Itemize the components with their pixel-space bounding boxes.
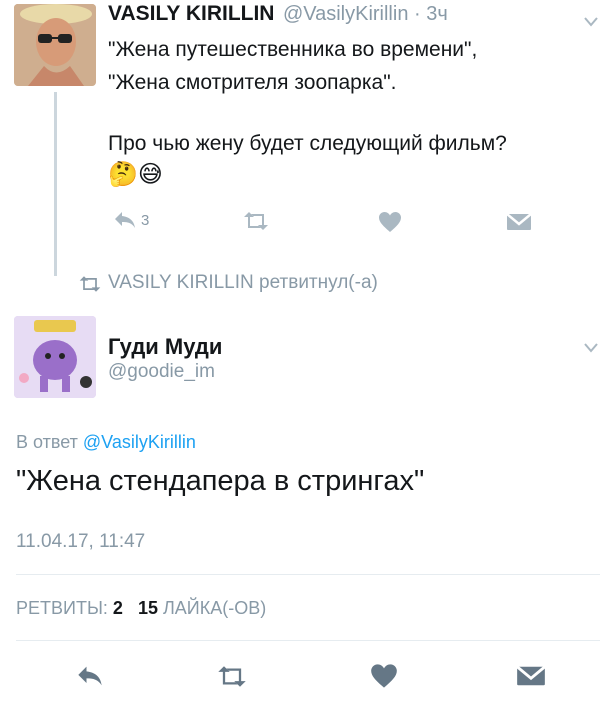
- retweet-banner-label[interactable]: VASILY KIRILLIN ретвитнул(-а): [108, 272, 378, 294]
- divider-top: [16, 574, 600, 575]
- direct-message-button[interactable]: [506, 212, 532, 232]
- likes-count[interactable]: 15: [138, 598, 158, 618]
- likes-label[interactable]: ЛАЙКА(-ОВ): [163, 598, 266, 618]
- direct-message-icon: [516, 665, 546, 686]
- reply-prefix: В ответ: [16, 432, 83, 452]
- avatar-vasily-image: [14, 4, 96, 86]
- like-icon: [371, 664, 397, 688]
- reply-icon: [78, 666, 102, 686]
- reply-context: В ответ @VasilyKirillin: [16, 432, 196, 453]
- reply-to-link[interactable]: @VasilyKirillin: [83, 432, 196, 452]
- author-name[interactable]: VASILY KIRILLIN: [108, 2, 274, 25]
- tweet-text-line3: Про чью жену будет следующий фильм?: [108, 132, 507, 155]
- reply-icon: [115, 212, 135, 228]
- direct-message-icon: [506, 213, 532, 230]
- retweet-banner-icon-wrap: [78, 276, 102, 292]
- retweet-icon: [79, 276, 101, 292]
- retweets-label[interactable]: РЕТВИТЫ:: [16, 598, 108, 618]
- tweet-text-line1: "Жена путешественника во времени",: [108, 38, 478, 61]
- avatar-vasily[interactable]: [14, 4, 96, 86]
- tweet-text-line2: "Жена смотрителя зоопарка".: [108, 71, 397, 94]
- like-icon: [379, 212, 401, 232]
- avatar-goodie[interactable]: [14, 316, 96, 398]
- main-reply-button[interactable]: [76, 664, 104, 688]
- thread-connector-line: [54, 92, 57, 276]
- like-button[interactable]: [378, 211, 402, 233]
- retweet-icon: [244, 212, 268, 230]
- tweet-header: VASILY KIRILLIN @VasilyKirillin · 3ч: [108, 2, 588, 26]
- main-like-button[interactable]: [370, 663, 398, 689]
- stats-row: РЕТВИТЫ: 2 15 ЛАЙКА(-ОВ): [16, 598, 266, 619]
- chevron-down-icon[interactable]: [584, 340, 598, 358]
- retweet-icon: [218, 666, 246, 687]
- retweet-button[interactable]: [242, 212, 270, 230]
- tweet-emoji: 🤔😅: [108, 161, 163, 188]
- main-tweet-timestamp[interactable]: 11.04.17, 11:47: [16, 531, 145, 553]
- main-tweet-text: "Жена стендапера в стрингах": [16, 465, 425, 497]
- main-author-handle[interactable]: @goodie_im: [108, 361, 215, 383]
- main-retweet-button[interactable]: [216, 666, 248, 687]
- main-author-name[interactable]: Гуди Муди: [108, 334, 222, 360]
- reply-button[interactable]: 3: [113, 210, 149, 230]
- divider-bottom: [16, 640, 600, 641]
- retweets-count[interactable]: 2: [113, 598, 123, 618]
- reply-count: 3: [141, 211, 150, 229]
- main-direct-message-button[interactable]: [516, 664, 546, 688]
- author-handle-time[interactable]: @VasilyKirillin · 3ч: [283, 3, 448, 25]
- chevron-down-icon[interactable]: [584, 14, 598, 32]
- avatar-goodie-image: [14, 316, 96, 398]
